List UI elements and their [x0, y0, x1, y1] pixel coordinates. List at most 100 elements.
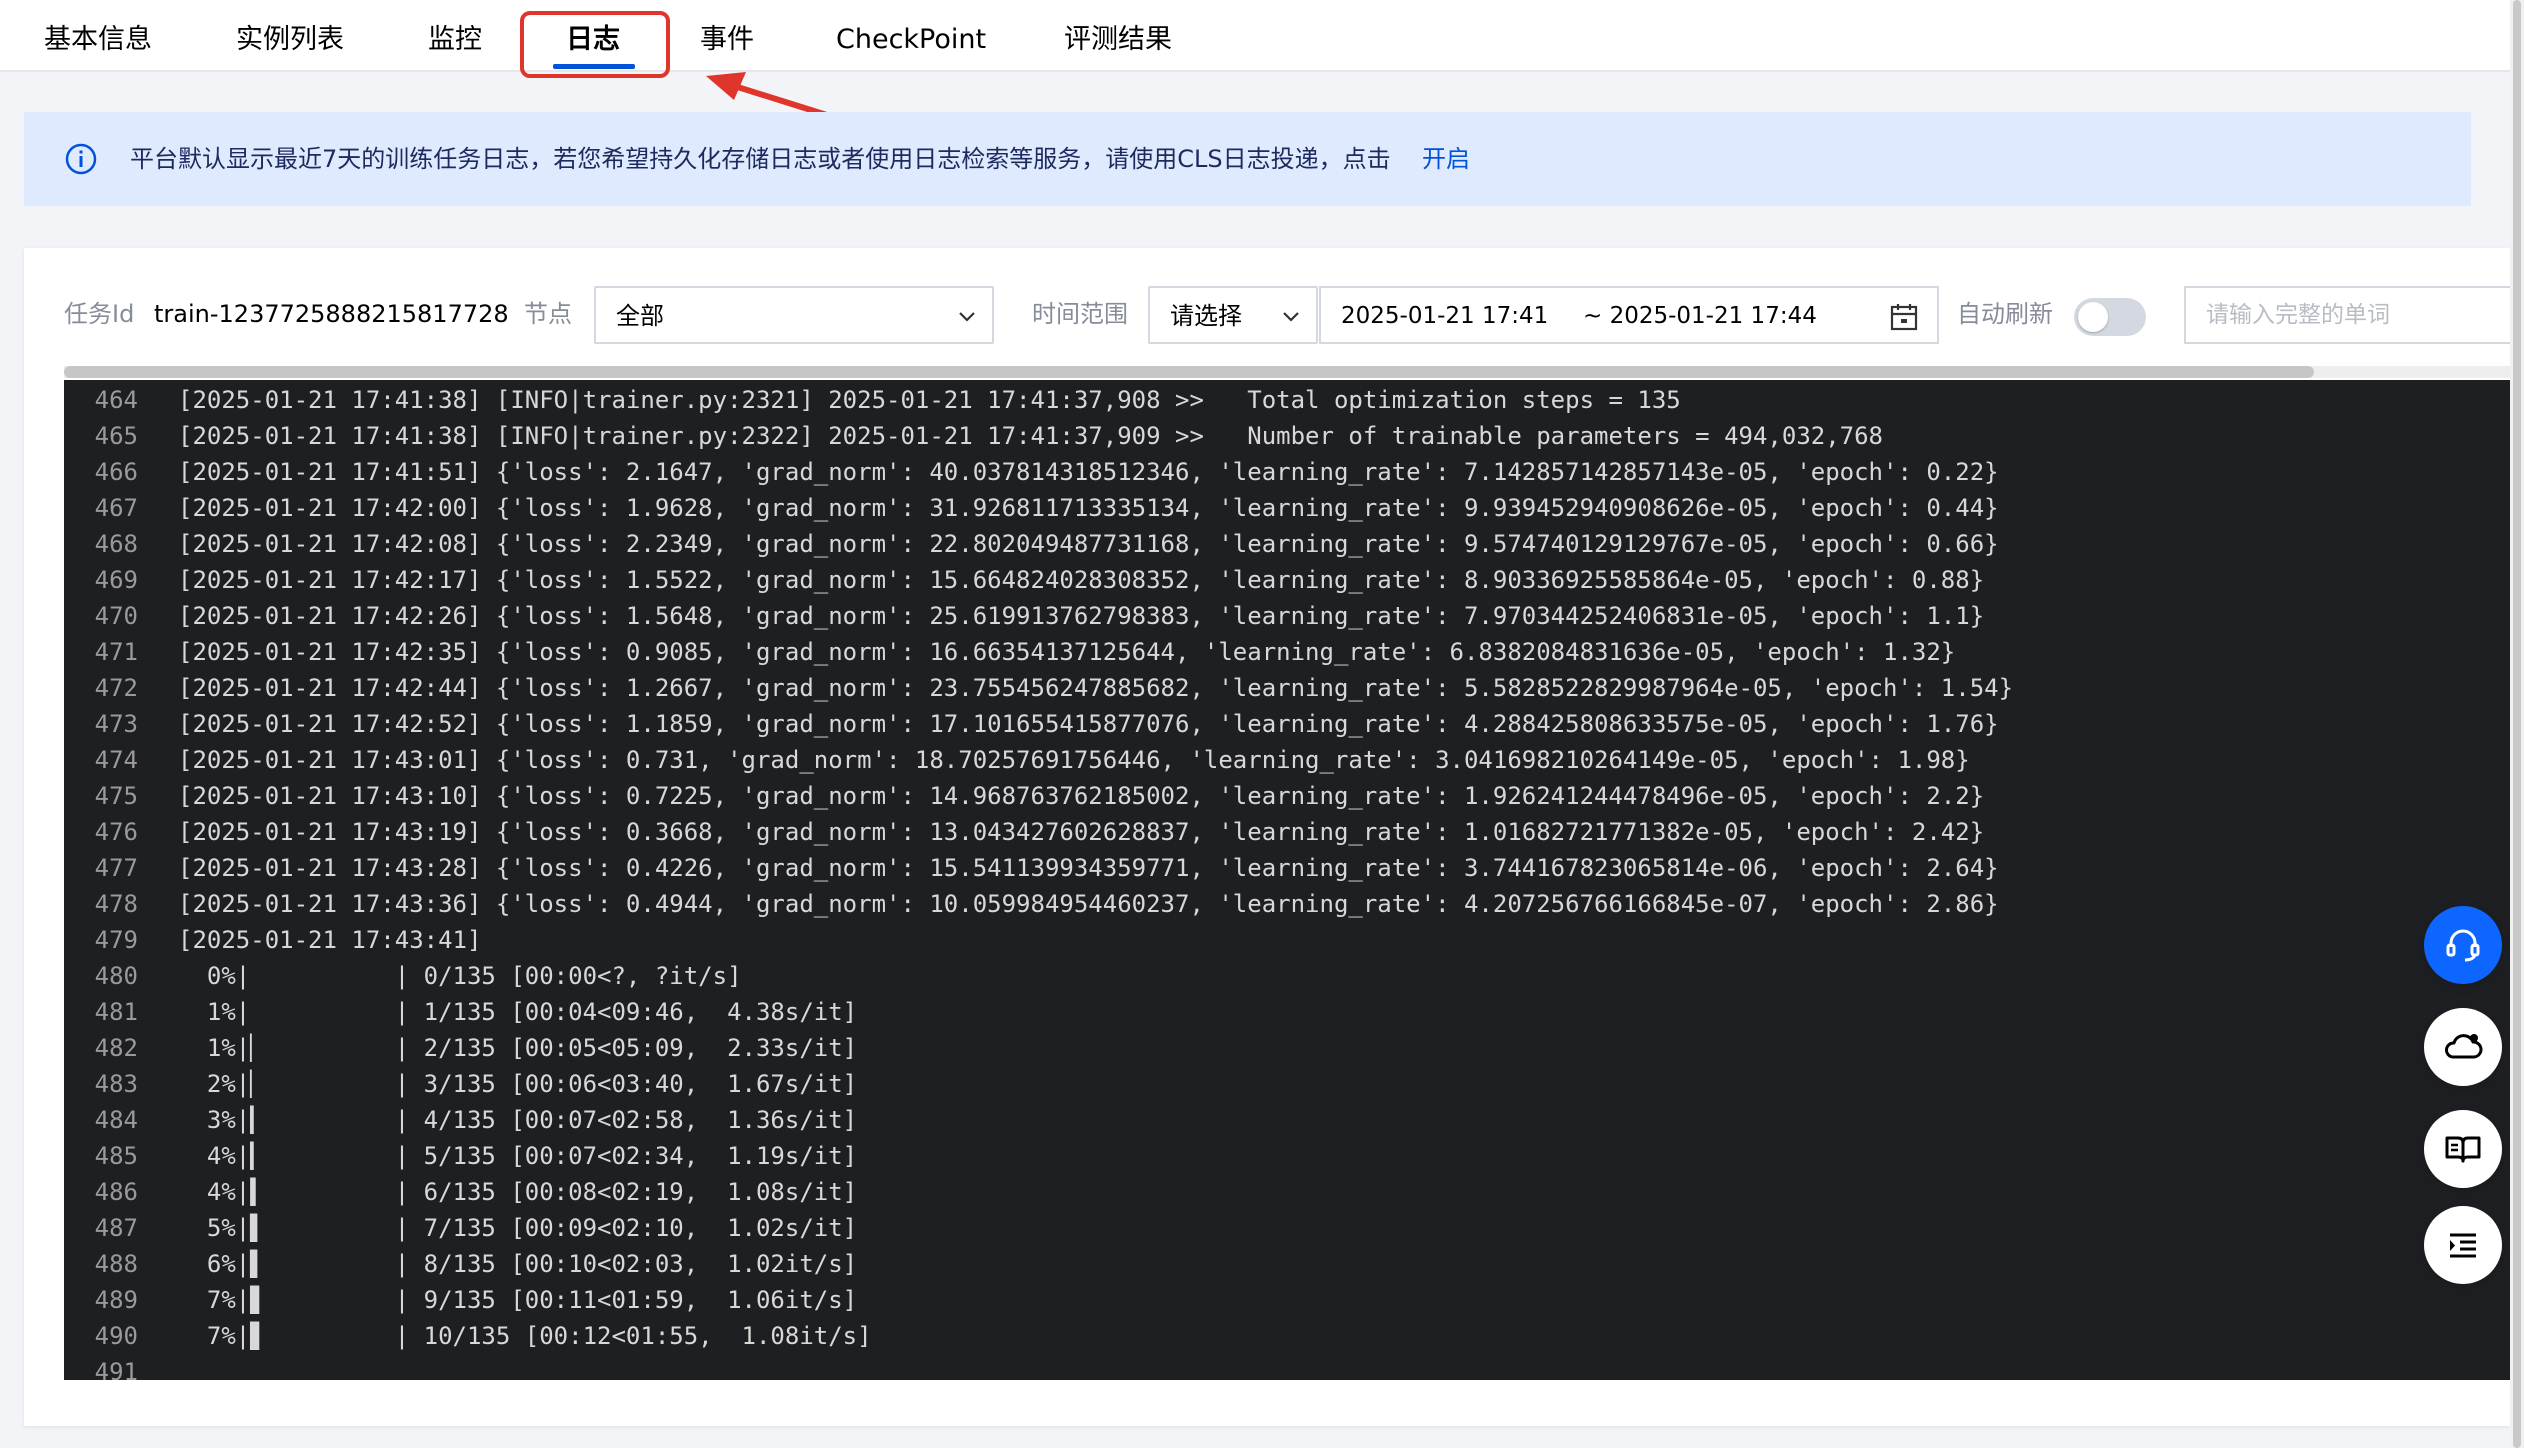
log-line: 474 [2025-01-21 17:43:01] {'loss': 0.731,… — [64, 742, 2510, 778]
log-line: 487 5%|▌ | 7/135 [00:09<02:10, 1.02s/it] — [64, 1210, 2510, 1246]
log-line-text: [2025-01-21 17:42:44] {'loss': 1.2667, '… — [178, 674, 2014, 702]
log-line-number: 489 — [94, 1286, 138, 1314]
log-line: 465 [2025-01-21 17:41:38] [INFO|trainer.p… — [64, 418, 2510, 454]
log-line-number: 474 — [94, 746, 138, 774]
log-line-text: [2025-01-21 17:42:26] {'loss': 1.5648, '… — [178, 602, 1985, 630]
log-line-number: 483 — [94, 1070, 138, 1098]
log-line: 483 2%|▏ | 3/135 [00:06<03:40, 1.67s/it] — [64, 1066, 2510, 1102]
date-end: ~ 2025-01-21 17:44 — [1583, 303, 1817, 329]
log-line: 478 [2025-01-21 17:43:36] {'loss': 0.4944… — [64, 886, 2510, 922]
task-id-value: train-1237725888215817728 — [154, 300, 509, 328]
tab-instance-list[interactable]: 实例列表 — [236, 18, 344, 62]
log-line: 467 [2025-01-21 17:42:00] {'loss': 1.9628… — [64, 490, 2510, 526]
log-line-text: [2025-01-21 17:42:17] {'loss': 1.5522, '… — [178, 566, 1985, 594]
page-scrollbar-thumb[interactable] — [2513, 0, 2521, 1448]
headset-icon — [2446, 929, 2480, 962]
support-button[interactable] — [2424, 906, 2502, 984]
log-line-number: 466 — [94, 458, 138, 486]
log-line: 481 1%| | 1/135 [00:04<09:46, 4.38s/it] — [64, 994, 2510, 1030]
log-line-text: [2025-01-21 17:42:52] {'loss': 1.1859, '… — [178, 710, 1999, 738]
log-line-text: [2025-01-21 17:43:19] {'loss': 0.3668, '… — [178, 818, 1985, 846]
log-line-text: 7%|▋ | 9/135 [00:11<01:59, 1.06it/s] — [178, 1286, 858, 1314]
log-line-text: [2025-01-21 17:43:10] {'loss': 0.7225, '… — [178, 782, 1985, 810]
log-line: 486 4%|▍ | 6/135 [00:08<02:19, 1.08s/it] — [64, 1174, 2510, 1210]
log-line-number: 490 — [94, 1322, 138, 1350]
node-select[interactable]: 全部 — [594, 286, 994, 344]
time-range-label: 时间范围 — [1032, 300, 1128, 328]
auto-refresh-toggle[interactable] — [2074, 298, 2146, 336]
log-line: 484 3%|▎ | 4/135 [00:07<02:58, 1.36s/it] — [64, 1102, 2510, 1138]
log-line: 488 6%|▌ | 8/135 [00:10<02:03, 1.02it/s] — [64, 1246, 2510, 1282]
log-line-text: [2025-01-21 17:43:41] — [178, 926, 482, 954]
log-line: 468 [2025-01-21 17:42:08] {'loss': 2.2349… — [64, 526, 2510, 562]
chevron-down-icon — [959, 312, 975, 322]
log-line-number: 472 — [94, 674, 138, 702]
log-line-text: [2025-01-21 17:43:28] {'loss': 0.4226, '… — [178, 854, 1999, 882]
scrollbar-thumb[interactable] — [64, 366, 2314, 378]
time-range-select[interactable]: 请选择 — [1148, 286, 1318, 344]
log-line: 472 [2025-01-21 17:42:44] {'loss': 1.2667… — [64, 670, 2510, 706]
log-line-number: 487 — [94, 1214, 138, 1242]
log-line-text: 0%| | 0/135 [00:00<?, ?it/s] — [178, 962, 742, 990]
log-line: 469 [2025-01-21 17:42:17] {'loss': 1.5522… — [64, 562, 2510, 598]
tab-monitor[interactable]: 监控 — [428, 18, 482, 62]
log-line: 490 7%|▋ | 10/135 [00:12<01:55, 1.08it/s… — [64, 1318, 2510, 1354]
log-line: 489 7%|▋ | 9/135 [00:11<01:59, 1.06it/s] — [64, 1282, 2510, 1318]
tab-events[interactable]: 事件 — [700, 18, 754, 62]
tab-checkpoint[interactable]: CheckPoint — [836, 18, 986, 62]
log-card: 任务Id train-1237725888215817728 节点 全部 时间范… — [24, 248, 2524, 1426]
outline-list-icon — [2450, 1233, 2476, 1258]
log-line-number: 468 — [94, 530, 138, 558]
log-line-text: 3%|▎ | 4/135 [00:07<02:58, 1.36s/it] — [178, 1106, 858, 1134]
log-console: 464 [2025-01-21 17:41:38] [INFO|trainer.p… — [64, 380, 2510, 1380]
log-line: 491 — [64, 1354, 2510, 1380]
log-line-number: 467 — [94, 494, 138, 522]
book-icon — [2445, 1136, 2481, 1163]
log-line-number: 478 — [94, 890, 138, 918]
log-line-text: 6%|▌ | 8/135 [00:10<02:03, 1.02it/s] — [178, 1250, 858, 1278]
log-line-text: 2%|▏ | 3/135 [00:06<03:40, 1.67s/it] — [178, 1070, 858, 1098]
tab-basic-info[interactable]: 基本信息 — [44, 18, 152, 62]
log-line: 482 1%|▏ | 2/135 [00:05<05:09, 2.33s/it] — [64, 1030, 2510, 1066]
log-line: 477 [2025-01-21 17:43:28] {'loss': 0.4226… — [64, 850, 2510, 886]
log-line-number: 464 — [94, 386, 138, 414]
log-line-text: [2025-01-21 17:41:38] [INFO|trainer.py:2… — [178, 386, 1681, 414]
tab-eval-results[interactable]: 评测结果 — [1064, 18, 1172, 62]
chevron-down-icon — [1283, 312, 1299, 322]
toggle-knob — [2078, 302, 2108, 332]
log-line-text: [2025-01-21 17:43:01] {'loss': 0.731, 'g… — [178, 746, 1970, 774]
log-line-number: 480 — [94, 962, 138, 990]
enable-cls-link[interactable]: 开启 — [1422, 142, 1470, 176]
docs-button[interactable] — [2424, 1110, 2502, 1188]
notice-text: 平台默认显示最近7天的训练任务日志，若您希望持久化存储日志或者使用日志检索等服务… — [130, 145, 1391, 173]
horizontal-scrollbar-top[interactable] — [64, 366, 2510, 378]
log-line: 466 [2025-01-21 17:41:51] {'loss': 2.1647… — [64, 454, 2510, 490]
info-circle-icon — [65, 143, 97, 175]
tab-bar: 基本信息 实例列表 监控 日志 事件 CheckPoint 评测结果 — [0, 0, 2510, 72]
date-range-picker[interactable]: 2025-01-21 17:41 ~ 2025-01-21 17:44 — [1319, 286, 1939, 344]
log-line-number: 485 — [94, 1142, 138, 1170]
log-line-number: 470 — [94, 602, 138, 630]
log-line-number: 473 — [94, 710, 138, 738]
log-line-number: 477 — [94, 854, 138, 882]
log-line-text: [2025-01-21 17:42:08] {'loss': 2.2349, '… — [178, 530, 1999, 558]
page-scrollbar[interactable] — [2510, 0, 2524, 1448]
outline-button[interactable] — [2424, 1206, 2502, 1284]
annotation-highlight-box — [520, 11, 670, 78]
log-search-input[interactable] — [2184, 286, 2524, 344]
node-select-value: 全部 — [616, 302, 664, 330]
log-line-number: 479 — [94, 926, 138, 954]
log-line-number: 491 — [94, 1358, 138, 1380]
cloud-notify-button[interactable] — [2424, 1008, 2502, 1086]
log-line-number: 488 — [94, 1250, 138, 1278]
calendar-icon — [1890, 304, 1918, 331]
log-line: 464 [2025-01-21 17:41:38] [INFO|trainer.p… — [64, 382, 2510, 418]
log-line-text: 1%| | 1/135 [00:04<09:46, 4.38s/it] — [178, 998, 858, 1026]
log-line-number: 465 — [94, 422, 138, 450]
log-line: 476 [2025-01-21 17:43:19] {'loss': 0.3668… — [64, 814, 2510, 850]
log-line-number: 469 — [94, 566, 138, 594]
log-line-number: 486 — [94, 1178, 138, 1206]
log-line-text: [2025-01-21 17:42:00] {'loss': 1.9628, '… — [178, 494, 1999, 522]
log-line-number: 484 — [94, 1106, 138, 1134]
log-line-text: [2025-01-21 17:41:38] [INFO|trainer.py:2… — [178, 422, 1884, 450]
